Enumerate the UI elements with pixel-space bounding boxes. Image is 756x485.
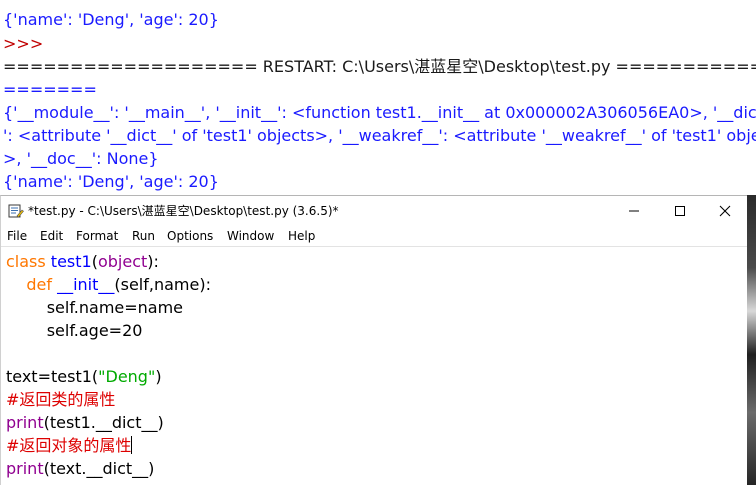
shell-prompt: >>> [3,34,44,53]
shell-output-line: {'name': 'Deng', 'age': 20} [3,10,219,29]
code-line: print(test1.__dict__) [6,411,164,434]
shell-output-line: {'name': 'Deng', 'age': 20} [3,172,219,191]
menu-run[interactable]: Run [132,228,155,244]
python-idle-icon [8,204,24,218]
paren: ) [155,367,162,386]
shell-output-line: {'__module__': '__main__', '__init__': <… [3,103,756,122]
code-line: text=test1("Deng") [6,365,162,388]
base-class: object [97,252,148,271]
menu-divider [1,246,747,247]
builtin-print: print [6,413,44,432]
shell-restart-banner-cont: ======= [3,80,97,99]
call-args: (test1.__dict__) [43,413,164,432]
code-line: #返回对象的属性 [6,434,133,457]
keyword-class: class [6,252,46,271]
menu-edit[interactable]: Edit [40,228,63,244]
menu-help[interactable]: Help [288,228,315,244]
desktop-background [747,195,756,485]
shell-output-line: ': <attribute '__dict__' of 'test1' obje… [3,126,756,145]
call-args: (text.__dict__) [43,459,155,478]
code-line: self.age=20 [6,321,143,340]
paren: ): [147,252,159,271]
editor-window: *test.py - C:\Users\湛蓝星空\Desktop\test.py… [0,195,747,485]
text-cursor [131,436,133,454]
window-title: *test.py - C:\Users\湛蓝星空\Desktop\test.py… [28,204,339,218]
shell-restart-banner: =================== RESTART: C:\Users\湛蓝… [3,57,756,76]
close-icon [719,205,731,217]
function-name: __init__ [51,275,115,294]
minimize-icon [629,210,639,212]
code-line: self.name=name [6,298,184,317]
menu-format[interactable]: Format [76,228,118,244]
menu-window[interactable]: Window [227,228,274,244]
menu-file[interactable]: File [7,228,27,244]
maximize-icon [675,206,685,216]
menu-bar: File Edit Format Run Options Window Help [1,226,747,246]
close-button[interactable] [702,196,748,226]
class-name: test1 [45,252,92,271]
code-line: class test1(object): [6,250,159,273]
shell-output-line: >, '__doc__': None} [3,149,159,168]
code-line: def __init__(self,name): [6,273,211,296]
editor-titlebar[interactable]: *test.py - C:\Users\湛蓝星空\Desktop\test.py… [1,196,747,226]
menu-options[interactable]: Options [167,228,213,244]
keyword-def: def [26,275,52,294]
builtin-print: print [6,459,44,478]
string-literal: "Deng" [98,367,156,386]
idle-shell-output[interactable]: {'name': 'Deng', 'age': 20} >>> ========… [0,0,756,195]
minimize-button[interactable] [611,196,657,226]
assignment: text=test1( [6,367,99,386]
maximize-button[interactable] [657,196,703,226]
code-comment: #返回对象的属性 [6,436,132,455]
code-line: print(text.__dict__) [6,457,154,480]
params: (self,name): [114,275,211,294]
code-comment: #返回类的属性 [6,390,116,409]
